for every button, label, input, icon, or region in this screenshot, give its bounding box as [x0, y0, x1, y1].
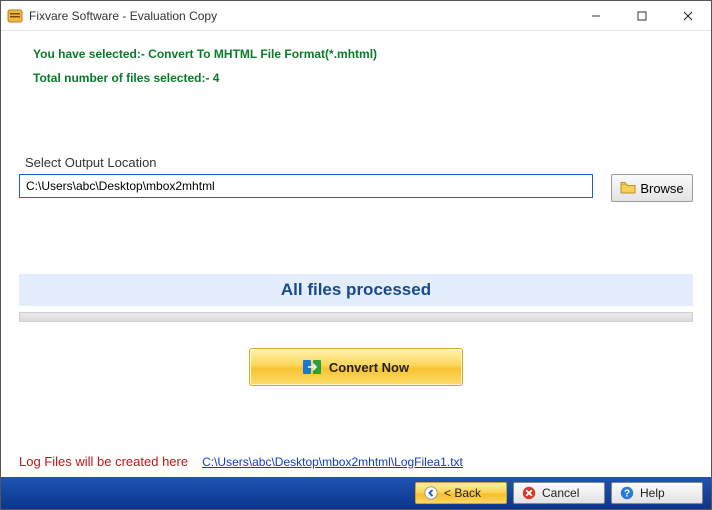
browse-label: Browse: [640, 181, 683, 196]
svg-text:?: ?: [624, 489, 630, 500]
footer-bar: < Back Cancel ? Help: [1, 477, 711, 509]
maximize-button[interactable]: [619, 1, 665, 31]
status-text: All files processed: [19, 274, 693, 306]
cancel-button[interactable]: Cancel: [513, 482, 605, 504]
help-button[interactable]: ? Help: [611, 482, 703, 504]
help-label: Help: [640, 486, 665, 500]
file-count-text: Total number of files selected:- 4: [33, 71, 693, 85]
convert-now-button[interactable]: Convert Now: [249, 348, 463, 386]
window-title: Fixvare Software - Evaluation Copy: [29, 9, 217, 23]
log-files-label: Log Files will be created here: [19, 454, 188, 469]
progress-bar: [19, 312, 693, 322]
convert-icon: [303, 358, 321, 376]
help-icon: ?: [620, 486, 634, 500]
selected-format-text: You have selected:- Convert To MHTML Fil…: [33, 47, 693, 61]
output-location-label: Select Output Location: [25, 155, 693, 170]
minimize-button[interactable]: [573, 1, 619, 31]
log-file-link[interactable]: C:\Users\abc\Desktop\mbox2mhtml\LogFilea…: [202, 455, 463, 469]
output-path-input[interactable]: [19, 174, 593, 198]
browse-button[interactable]: Browse: [611, 174, 693, 202]
folder-icon: [620, 181, 636, 195]
convert-label: Convert Now: [329, 360, 409, 375]
back-label: < Back: [444, 486, 481, 500]
cancel-label: Cancel: [542, 486, 579, 500]
app-icon: [7, 8, 23, 24]
back-arrow-icon: [424, 486, 438, 500]
close-button[interactable]: [665, 1, 711, 31]
cancel-icon: [522, 486, 536, 500]
titlebar: Fixvare Software - Evaluation Copy: [1, 1, 711, 31]
back-button[interactable]: < Back: [415, 482, 507, 504]
